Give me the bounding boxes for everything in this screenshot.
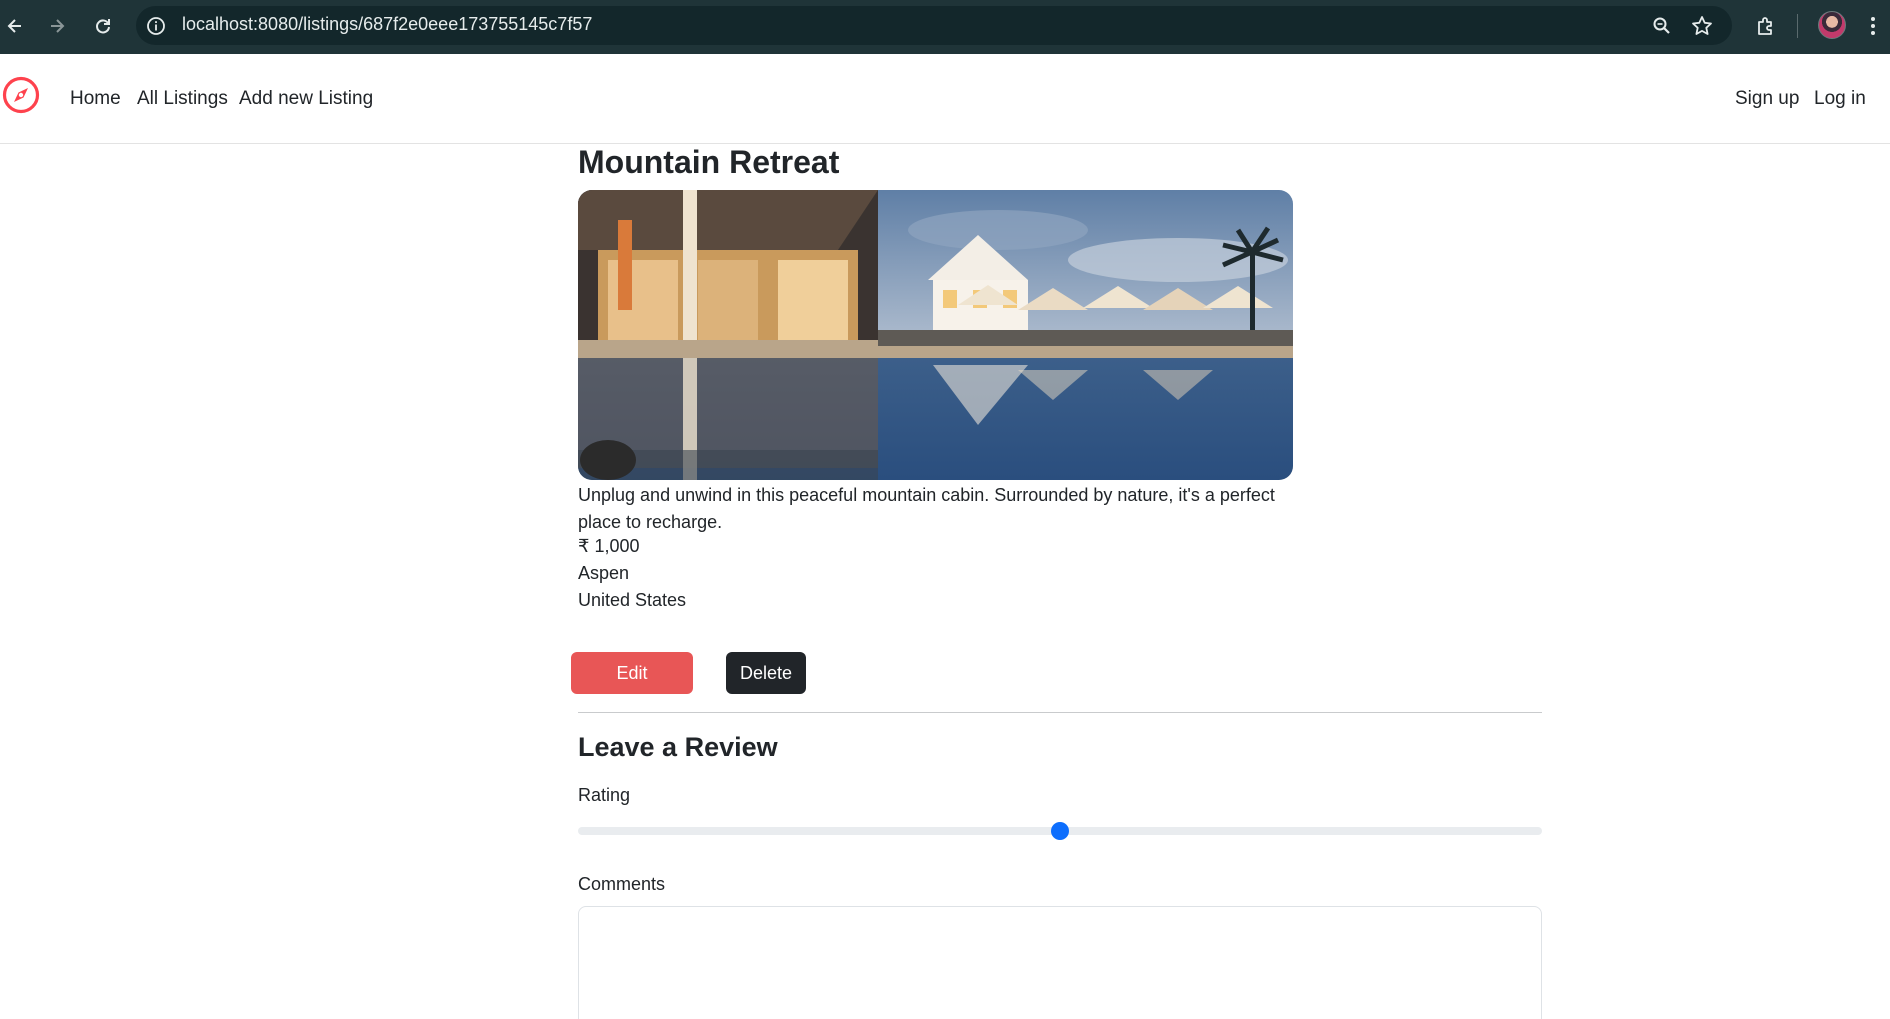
- forward-arrow-icon[interactable]: [42, 11, 72, 41]
- review-heading: Leave a Review: [578, 732, 778, 762]
- site-navbar: Home All Listings Add new Listing Sign u…: [0, 54, 1890, 144]
- signup-link[interactable]: Sign up: [1735, 88, 1799, 110]
- back-arrow-icon[interactable]: [0, 11, 30, 41]
- listing-country: United States: [578, 590, 687, 610]
- comments-textarea[interactable]: [578, 906, 1542, 1019]
- toolbar-divider: [1797, 14, 1798, 38]
- listing-image: [578, 190, 1293, 480]
- listing-price: ₹ 1,000: [578, 536, 640, 556]
- rating-slider-thumb[interactable]: [1051, 822, 1069, 840]
- reload-icon[interactable]: [88, 11, 118, 41]
- listing-title: Mountain Retreat: [578, 144, 840, 180]
- compass-icon[interactable]: [2, 76, 40, 114]
- listing-location: Aspen: [578, 563, 630, 583]
- rating-slider[interactable]: [578, 822, 1542, 840]
- bookmark-star-icon[interactable]: [1688, 12, 1716, 40]
- kebab-menu-icon[interactable]: [1859, 12, 1887, 40]
- nav-link-all-listings[interactable]: All Listings: [137, 88, 228, 110]
- zoom-icon[interactable]: [1648, 12, 1676, 40]
- login-link[interactable]: Log in: [1814, 88, 1866, 110]
- section-divider: [578, 712, 1542, 713]
- nav-link-home[interactable]: Home: [70, 88, 121, 110]
- url-text[interactable]: localhost:8080/listings/687f2e0eee173755…: [182, 14, 592, 35]
- delete-button[interactable]: Delete: [726, 652, 806, 694]
- edit-button[interactable]: Edit: [571, 652, 693, 694]
- profile-avatar[interactable]: [1818, 11, 1846, 39]
- listing-description: Unplug and unwind in this peaceful mount…: [578, 485, 1275, 532]
- rating-label: Rating: [578, 785, 631, 805]
- browser-toolbar: localhost:8080/listings/687f2e0eee173755…: [0, 0, 1890, 54]
- site-info-icon[interactable]: [142, 12, 170, 40]
- comments-label: Comments: [578, 874, 666, 894]
- extensions-icon[interactable]: [1752, 12, 1780, 40]
- nav-link-add-new-listing[interactable]: Add new Listing: [239, 88, 373, 110]
